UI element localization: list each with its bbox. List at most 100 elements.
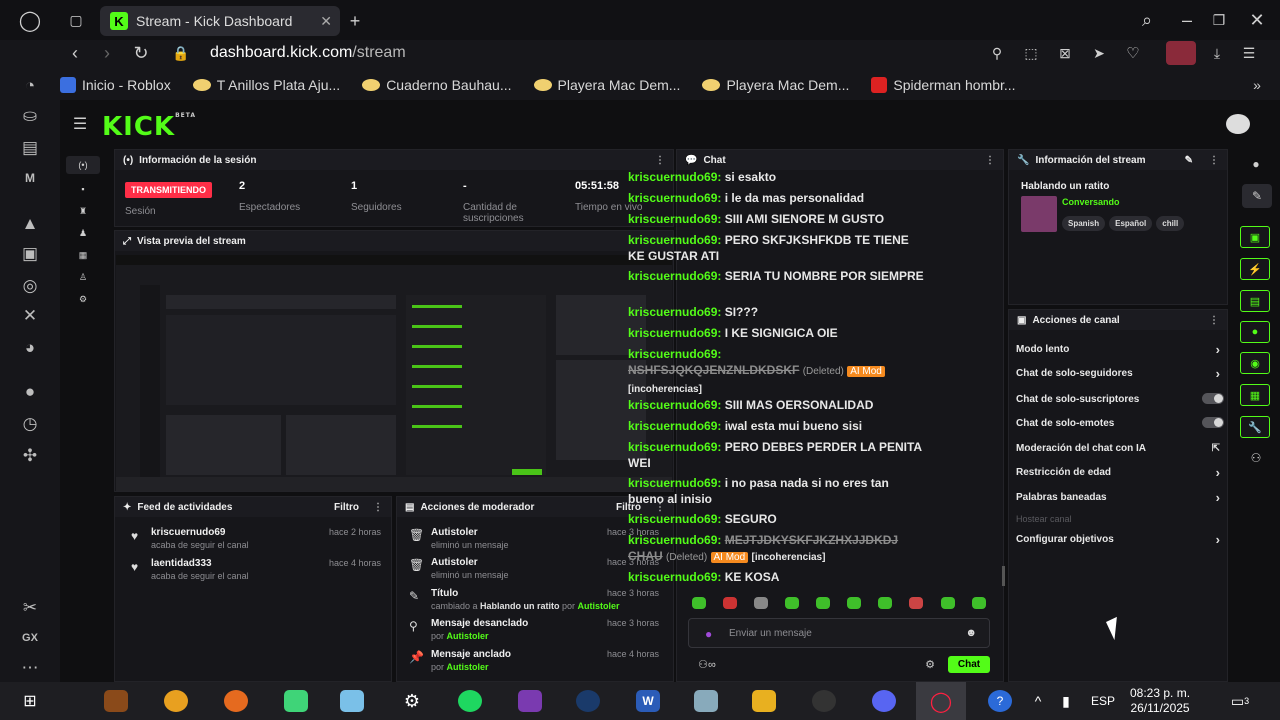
settings-icon[interactable]: ⚙ [400,690,424,712]
reload-icon[interactable]: ↻ [130,42,152,64]
back-icon[interactable]: ‹ [64,42,86,64]
extensions-icon[interactable]: ✣ [18,444,42,468]
bookmark-playera-1[interactable]: Playera Mac Dem... [533,74,680,96]
bookmark-playera-2[interactable]: Playera Mac Dem... [702,74,849,96]
x-icon[interactable]: ✕ [18,304,42,328]
rail-wrench-icon[interactable]: 🔧 [1240,416,1270,438]
m-icon[interactable]: M [18,166,42,190]
action-slow-mode[interactable]: Modo lento › [1016,342,1224,357]
more-icon[interactable]: ⋮ [373,502,383,513]
restore-icon[interactable]: ❐ [1208,9,1230,31]
stream-category[interactable]: Conversando [1062,197,1120,207]
android-icon[interactable] [284,690,308,712]
info-icon[interactable]: ● [1246,154,1266,174]
chat-input[interactable]: ● Enviar un mensaje ☻ [688,618,990,648]
emote-icon[interactable] [723,597,737,609]
steam-icon[interactable] [576,690,600,712]
close-tab-icon[interactable]: ✕ [320,13,332,30]
opera-menu-icon[interactable]: ◯ [16,8,44,32]
chat-user[interactable]: kriscuernudo69: [628,440,721,454]
edit-layout-icon[interactable]: ✎ [1242,184,1272,208]
download-icon[interactable]: ⤓ [1206,42,1228,64]
chat-user[interactable]: kriscuernudo69: [628,476,721,490]
speed-dial-icon[interactable]: ◔ [18,74,42,98]
chevron-up-icon[interactable]: ^ [1026,690,1050,712]
emote-icon[interactable] [878,597,892,609]
twitch-tv-icon[interactable]: ▤ [18,136,42,160]
language-indicator[interactable]: ESP [1088,690,1118,712]
action-goals[interactable]: Configurar objetivos › [1016,532,1224,547]
emoji-icon[interactable]: ☻ [965,627,977,639]
word-icon[interactable]: W [636,690,660,712]
action-ai-moderation[interactable]: Moderación del chat con IA ⇱ [1016,443,1224,454]
fnaf-icon[interactable] [104,690,128,712]
rail-lightning-icon[interactable]: ⚡ [1240,258,1270,280]
chat-user[interactable]: kriscuernudo69: [628,269,721,283]
emote-icon[interactable] [847,597,861,609]
forward-icon[interactable]: › [96,42,118,64]
rail-tool-1-icon[interactable]: ▣ [1240,226,1270,248]
hamburger-icon[interactable]: ☰ [70,114,90,134]
notification-icon[interactable]: ▭ 3 [1228,690,1252,712]
chat-user[interactable]: kriscuernudo69: [628,533,721,547]
whatsapp-icon[interactable]: ◎ [18,274,42,298]
emote-icon[interactable] [785,597,799,609]
rail-list-icon[interactable]: ▤ [1240,290,1270,312]
emote-icon[interactable] [972,597,986,609]
window-close-icon[interactable]: ✕ [1246,9,1268,31]
bookmark-cuaderno[interactable]: Cuaderno Bauhau... [362,74,512,96]
emote-icon[interactable] [909,597,923,609]
bookmark-roblox[interactable]: Inicio - Roblox [60,74,171,96]
rail-community-icon[interactable]: ♟ [66,224,100,242]
bookmark-spiderman[interactable]: Spiderman hombr... [871,74,1016,96]
toggle-switch[interactable] [1202,393,1224,404]
kick-logo[interactable]: KICKBETA [102,112,196,142]
clock[interactable]: 08:23 p. m. 26/11/2025 [1130,686,1190,716]
windows-start-icon[interactable]: ⊞ [18,690,42,712]
chrome-icon[interactable] [164,690,188,712]
history-icon[interactable]: ◷ [18,412,42,436]
aria-icon[interactable]: ▲ [18,212,42,236]
stream-preview-video[interactable] [116,255,672,491]
chat-user[interactable]: kriscuernudo69: [628,233,721,247]
search-icon[interactable]: ⌕ [1136,9,1158,31]
user-avatar[interactable] [1226,114,1250,134]
tab-list-icon[interactable]: ▢ [66,10,86,30]
more-icon[interactable]: ⋮ [1209,315,1219,326]
emote-icon[interactable] [816,597,830,609]
rail-chat-icon[interactable]: ▪ [66,180,100,198]
emote-icon[interactable] [754,597,768,609]
send-chat-button[interactable]: Chat [948,656,990,673]
twitch-icon[interactable]: ▣ [18,242,42,266]
easy-setup-icon[interactable]: ☰ [1238,42,1260,64]
snapshot-icon[interactable]: ⬚ [1020,42,1042,64]
chat-user[interactable]: kriscuernudo69: [628,347,721,361]
spotify-icon[interactable] [458,690,482,712]
gx-icon[interactable]: GX [18,626,42,650]
firefox-icon[interactable] [224,690,248,712]
discord-icon[interactable]: ◕ [18,336,42,360]
emote-icon[interactable] [692,597,706,609]
rail-stats-icon[interactable]: ▦ [66,246,100,264]
more-icon[interactable]: ⋮ [655,155,665,166]
opera-gx-icon[interactable]: ◯ [916,682,966,720]
files-icon[interactable] [340,690,364,712]
action-age-restriction[interactable]: Restricción de edad › [1016,465,1224,480]
toggle-switch[interactable] [1202,417,1224,428]
rail-chat-icon[interactable]: ● [1240,321,1270,343]
app-icon[interactable] [694,690,718,712]
feed-filter-button[interactable]: Filtro [334,502,359,513]
send-icon[interactable]: ➤ [1088,42,1110,64]
chat-user[interactable]: kriscuernudo69: [628,398,721,412]
bookmark-anillos[interactable]: T Anillos Plata Aju... [192,74,340,96]
file-explorer-icon[interactable] [752,690,776,712]
rail-stream-icon[interactable]: (•) [66,156,100,174]
chat-users-icon[interactable]: ⚇∞ [692,656,722,672]
rail-trophy-icon[interactable]: ♜ [66,202,100,220]
chat-scrollbar[interactable] [1002,566,1005,586]
tab-kick-dashboard[interactable]: K Stream - Kick Dashboard ✕ [100,6,340,36]
bag-icon[interactable]: ⛀ [18,104,42,128]
heart-icon[interactable]: ♡ [1122,42,1144,64]
more-icon[interactable]: ⋮ [1209,155,1219,166]
obs-icon[interactable] [812,690,836,712]
